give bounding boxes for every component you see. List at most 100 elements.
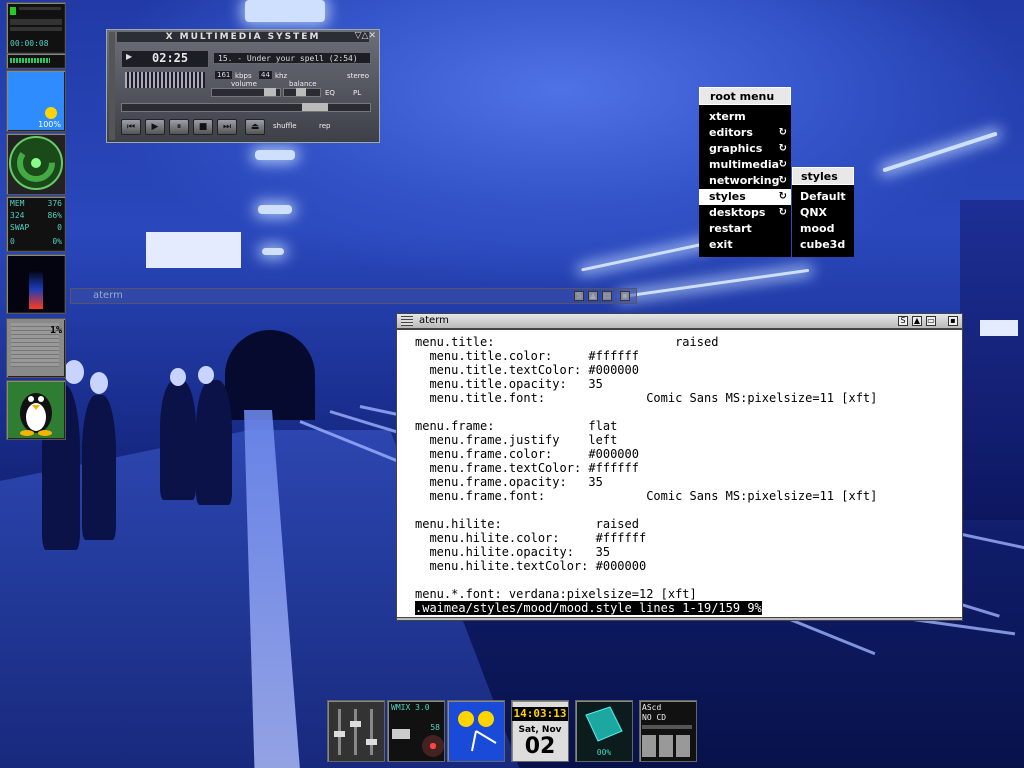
ascd-progress[interactable] bbox=[642, 725, 692, 729]
dockapp-timer[interactable]: 00:00:08 bbox=[6, 2, 66, 54]
aterm-titlebar[interactable]: aterm S ▲ ▭ ▪ bbox=[396, 313, 963, 329]
wmix-channel: 58 bbox=[430, 723, 440, 732]
menu-item-label: multimedia bbox=[709, 158, 780, 171]
sticky-button[interactable]: S bbox=[898, 316, 908, 326]
clock-day: 02 bbox=[524, 734, 556, 759]
shuffle-toggle[interactable]: shuffle bbox=[273, 122, 297, 130]
ascd-controls[interactable] bbox=[642, 735, 692, 757]
dockapp-weather[interactable]: 100% bbox=[6, 70, 66, 132]
aterm-shaded-titlebar[interactable]: aterm S ▲ ▭ ▪ bbox=[70, 288, 637, 304]
flame-icon bbox=[29, 269, 43, 309]
menu-item-multimedia[interactable]: multimedia ↻ bbox=[699, 157, 791, 173]
xmms-visualizer bbox=[125, 72, 205, 88]
terminal-line: menu.frame.textColor: #ffffff bbox=[415, 461, 639, 475]
seek-bar[interactable] bbox=[121, 103, 371, 112]
dockapp-bars[interactable] bbox=[6, 53, 66, 69]
xmms-window[interactable]: X MULTIMEDIA SYSTEM ▽△✕ ▶ 02:25 15. - Un… bbox=[106, 29, 380, 143]
eject-button[interactable]: ⏏ bbox=[245, 119, 265, 135]
dockapp-ascd[interactable]: AScd NO CD bbox=[639, 700, 697, 762]
wmix-arrows-icon[interactable] bbox=[392, 729, 410, 739]
dockapp-gauge[interactable]: 1% bbox=[6, 318, 66, 378]
menu-item-restart[interactable]: restart bbox=[699, 221, 791, 237]
shade-button[interactable]: ▲ bbox=[912, 316, 922, 326]
shade-button[interactable]: ▲ bbox=[588, 291, 598, 301]
volume-knob-icon[interactable] bbox=[422, 735, 444, 757]
ceiling-light bbox=[581, 241, 709, 272]
level-bar bbox=[10, 58, 50, 63]
menu-item-xterm[interactable]: xterm bbox=[699, 109, 791, 125]
terminal-line: menu.title.color: #ffffff bbox=[415, 349, 639, 363]
styles-submenu[interactable]: styles Default QNX mood cube3d bbox=[792, 167, 854, 257]
dockapp-mixer-sliders[interactable] bbox=[327, 700, 385, 762]
balance-slider[interactable] bbox=[283, 88, 321, 97]
menu-item-networking[interactable]: networking ↻ bbox=[699, 173, 791, 189]
dockapp-clock[interactable]: 14:03:13 Sat, Nov 02 bbox=[511, 700, 569, 762]
menu-item-label: graphics bbox=[709, 142, 763, 155]
submenu-arrow-icon: ↻ bbox=[778, 159, 787, 170]
terminal-content[interactable]: menu.title: raised menu.title.color: #ff… bbox=[396, 329, 963, 619]
close-button[interactable]: ▪ bbox=[948, 316, 958, 326]
xmms-side-handle[interactable] bbox=[109, 32, 115, 140]
style-item-qnx[interactable]: QNX bbox=[792, 205, 854, 221]
repeat-toggle[interactable]: rep bbox=[319, 122, 330, 130]
ceiling-light bbox=[620, 268, 810, 299]
dockapp-memory-monitor[interactable]: MEM 376 324 86% SWAP 0 0 0% bbox=[6, 196, 66, 252]
maximize-button[interactable]: ▭ bbox=[602, 291, 612, 301]
wmix-title: WMIX 3.0 bbox=[391, 703, 430, 712]
style-item-default[interactable]: Default bbox=[792, 189, 854, 205]
ascd-title: AScd bbox=[642, 703, 662, 712]
aterm-window-shaded[interactable]: aterm S ▲ ▭ ▪ bbox=[70, 288, 637, 304]
volume-knob[interactable] bbox=[264, 88, 276, 96]
dockapp-xeyes[interactable] bbox=[447, 700, 505, 762]
xmms-eq-toggle[interactable]: EQ bbox=[325, 89, 335, 97]
terminal-line: menu.title: raised bbox=[415, 335, 719, 349]
swap-value: 0 bbox=[57, 223, 62, 232]
menu-item-graphics[interactable]: graphics ↻ bbox=[699, 141, 791, 157]
pause-button[interactable]: ⏸ bbox=[169, 119, 189, 135]
ceiling-light bbox=[255, 150, 295, 160]
window-handle[interactable] bbox=[396, 617, 963, 621]
sticky-button[interactable]: S bbox=[574, 291, 584, 301]
stop-button[interactable]: ■ bbox=[193, 119, 213, 135]
terminal-line: menu.title.opacity: 35 bbox=[415, 377, 603, 391]
style-item-mood[interactable]: mood bbox=[792, 221, 854, 237]
xmms-time-display: ▶ 02:25 bbox=[121, 50, 209, 68]
terminal-line: menu.frame.font: Comic Sans MS:pixelsize… bbox=[415, 489, 878, 503]
menu-item-label: restart bbox=[709, 222, 752, 235]
aterm-shaded-title: aterm bbox=[93, 290, 123, 301]
menu-item-exit[interactable]: exit bbox=[699, 237, 791, 253]
dockapp-cube[interactable]: 00% bbox=[575, 700, 633, 762]
close-button[interactable]: ▪ bbox=[620, 291, 630, 301]
cube-icon bbox=[585, 706, 623, 742]
menu-item-styles[interactable]: styles ↻ bbox=[699, 189, 791, 205]
style-item-cube3d[interactable]: cube3d bbox=[792, 237, 854, 253]
menu-item-desktops[interactable]: desktops ↻ bbox=[699, 205, 791, 221]
duck-icon bbox=[45, 107, 57, 119]
root-menu[interactable]: root menu xterm editors ↻ graphics ↻ multimed… bbox=[699, 87, 791, 257]
xmms-window-controls[interactable]: ▽△✕ bbox=[355, 31, 376, 41]
play-button[interactable]: ▶ bbox=[145, 119, 165, 135]
dockapp-fire[interactable] bbox=[6, 254, 66, 314]
window-menu-icon[interactable] bbox=[401, 316, 413, 326]
xmms-pl-toggle[interactable]: PL bbox=[353, 89, 361, 97]
person-silhouette bbox=[160, 380, 196, 500]
bar bbox=[10, 19, 62, 25]
volume-slider[interactable] bbox=[211, 88, 281, 97]
person-silhouette bbox=[196, 380, 232, 505]
seek-knob[interactable] bbox=[302, 103, 328, 111]
cpu-percent: 86% bbox=[47, 211, 62, 220]
dockapp-wmix[interactable]: WMIX 3.0 58 bbox=[387, 700, 445, 762]
next-button[interactable]: ⏭ bbox=[217, 119, 237, 135]
dockapp-radar[interactable] bbox=[6, 133, 66, 195]
prev-button[interactable]: ⏮ bbox=[121, 119, 141, 135]
xmms-time: 02:25 bbox=[152, 51, 189, 65]
xmms-title[interactable]: X MULTIMEDIA SYSTEM bbox=[117, 32, 369, 42]
maximize-button[interactable]: ▭ bbox=[926, 316, 936, 326]
menu-item-editors[interactable]: editors ↻ bbox=[699, 125, 791, 141]
balance-knob[interactable] bbox=[296, 88, 306, 96]
led-indicator bbox=[10, 7, 16, 15]
terminal-line: menu.*.font: verdana:pixelsize=12 [xft] bbox=[415, 587, 697, 601]
aterm-window[interactable]: aterm S ▲ ▭ ▪ menu.title: raised menu.ti… bbox=[396, 313, 963, 621]
dockapp-tux[interactable] bbox=[6, 380, 66, 440]
pager-status: .waimea/styles/mood/mood.style lines 1-1… bbox=[415, 601, 762, 615]
